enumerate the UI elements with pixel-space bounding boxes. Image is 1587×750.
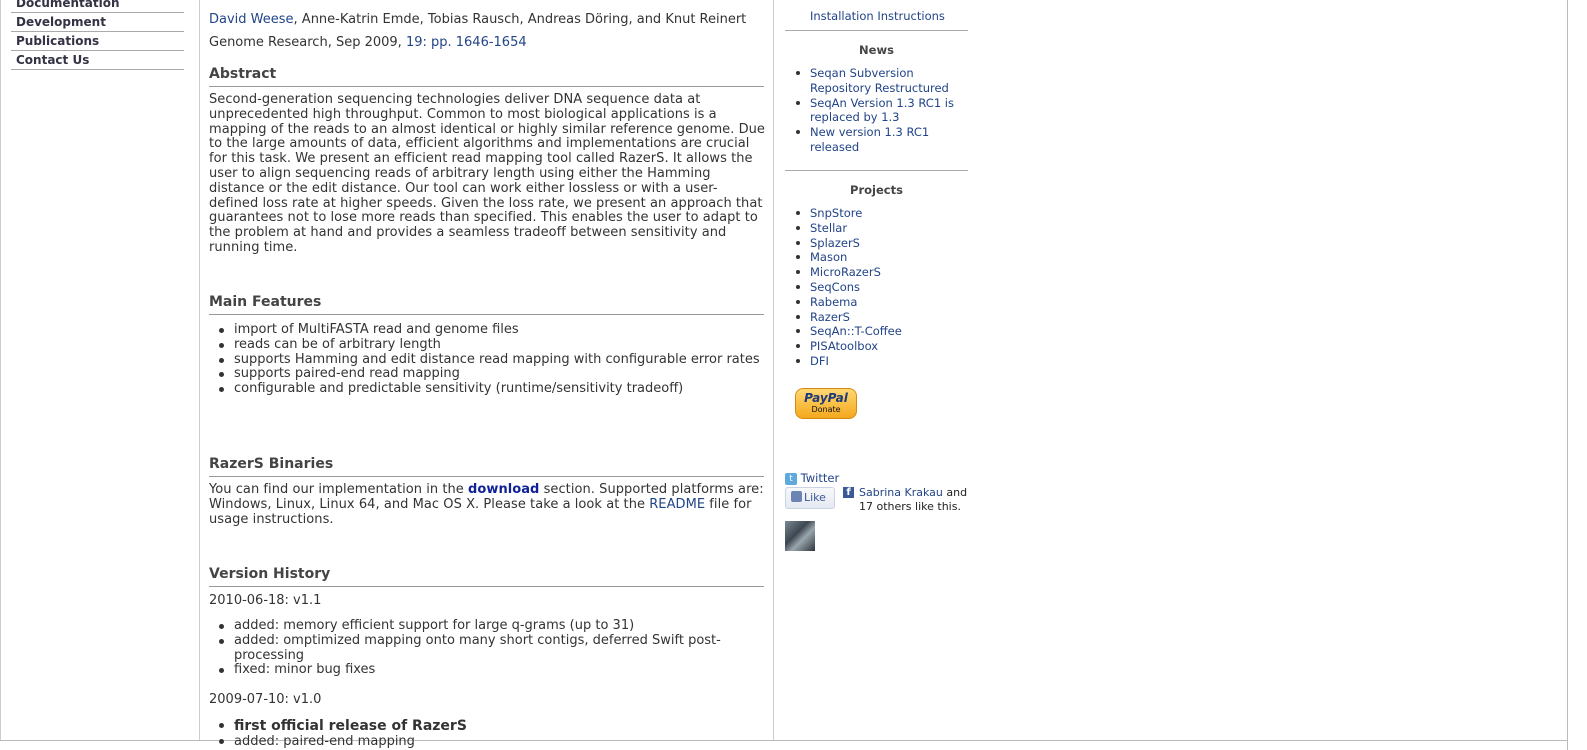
list-item: import of MultiFASTA read and genome fil… xyxy=(219,322,764,338)
paypal-logo: PayPal xyxy=(804,391,848,405)
like-label: Like xyxy=(804,491,826,504)
list-item: added: paired-end mapping xyxy=(219,734,764,750)
nav-item-publications[interactable]: Publications xyxy=(11,32,184,51)
thumbs-up-icon xyxy=(791,491,802,502)
list-item: added: memory efficient support for larg… xyxy=(219,618,764,634)
other-authors: , Anne-Katrin Emde, Tobias Rausch, Andre… xyxy=(293,12,747,27)
twitter-link[interactable]: Twitter xyxy=(801,471,840,485)
sidebar-divider xyxy=(785,170,968,171)
facebook-friend-link[interactable]: Sabrina Krakau xyxy=(859,486,943,499)
installation-instructions-link[interactable]: Installation Instructions xyxy=(810,9,945,23)
news-item[interactable]: SeqAn Version 1.3 RC1 is replaced by 1.3 xyxy=(796,96,968,126)
nav-item-documentation[interactable]: Documentation xyxy=(11,0,184,13)
version-1-0-label: 2009-07-10: v1.0 xyxy=(209,692,322,707)
news-link[interactable]: SeqAn Version 1.3 RC1 is replaced by 1.3 xyxy=(810,96,954,125)
project-link[interactable]: Rabema xyxy=(810,295,857,309)
project-item[interactable]: PISAtoolbox xyxy=(796,339,968,354)
frame-right-border xyxy=(1567,0,1568,750)
list-item: reads can be of arbitrary length xyxy=(219,337,764,353)
project-item[interactable]: Stellar xyxy=(796,221,968,236)
list-item: supports paired-end read mapping xyxy=(219,367,764,382)
news-list: Seqan Subversion Repository Restructured… xyxy=(796,66,968,155)
facebook-social-text: Sabrina Krakau and 17 others like this. xyxy=(859,486,969,514)
project-item[interactable]: Rabema xyxy=(796,295,968,310)
download-link[interactable]: download xyxy=(468,482,539,497)
project-link[interactable]: RazerS xyxy=(810,310,850,324)
abstract-text: Second-generation sequencing technologie… xyxy=(209,92,765,255)
list-item: added: omptimized mapping onto many shor… xyxy=(219,633,764,664)
project-link[interactable]: DFI xyxy=(810,354,829,368)
abstract-heading: Abstract xyxy=(209,65,764,87)
project-link[interactable]: MicroRazerS xyxy=(810,265,881,279)
features-list: import of MultiFASTA read and genome fil… xyxy=(219,322,764,397)
list-item: first official release of RazerS xyxy=(219,718,764,734)
facebook-like-button[interactable]: Like xyxy=(785,487,835,509)
facebook-icon: f xyxy=(843,487,854,498)
first-author-link[interactable]: David Weese xyxy=(209,12,294,27)
news-link[interactable]: Seqan Subversion Repository Restructured xyxy=(810,66,949,95)
project-link[interactable]: SplazerS xyxy=(810,236,860,250)
nav-divider xyxy=(199,0,200,740)
project-link[interactable]: PISAtoolbox xyxy=(810,339,878,353)
avatar[interactable] xyxy=(785,521,815,551)
project-item[interactable]: SnpStore xyxy=(796,206,968,221)
paper-journal: Genome Research, Sep 2009, 19: pp. 1646-… xyxy=(209,34,527,52)
twitter-row[interactable]: t Twitter xyxy=(785,471,839,485)
left-nav: Documentation Development Publications C… xyxy=(11,0,184,70)
features-heading: Main Features xyxy=(209,293,764,315)
binaries-text: You can find our implementation in the d… xyxy=(209,482,765,527)
projects-heading: Projects xyxy=(850,183,903,197)
project-item[interactable]: Mason xyxy=(796,250,968,265)
nav-item-development[interactable]: Development xyxy=(11,13,184,32)
news-item[interactable]: New version 1.3 RC1 released xyxy=(796,125,968,155)
binaries-heading: RazerS Binaries xyxy=(209,455,764,477)
project-link[interactable]: SnpStore xyxy=(810,206,862,220)
sidebar-divider xyxy=(785,30,968,31)
project-link[interactable]: Stellar xyxy=(810,221,847,235)
project-item[interactable]: RazerS xyxy=(796,310,968,325)
project-link[interactable]: Mason xyxy=(810,250,847,264)
paper-authors: David Weese, Anne-Katrin Emde, Tobias Ra… xyxy=(209,11,746,29)
project-item[interactable]: MicroRazerS xyxy=(796,265,968,280)
version-1-0-list: first official release of RazerS added: … xyxy=(219,718,764,750)
history-heading: Version History xyxy=(209,565,764,587)
paypal-donate-button[interactable]: PayPal Donate xyxy=(795,388,857,419)
news-item[interactable]: Seqan Subversion Repository Restructured xyxy=(796,66,968,96)
project-link[interactable]: SeqAn::T-Coffee xyxy=(810,324,902,338)
binaries-text-before: You can find our implementation in the xyxy=(209,482,469,497)
main-divider xyxy=(773,0,774,740)
paypal-donate-label: Donate xyxy=(811,405,841,414)
list-item: fixed: minor bug fixes xyxy=(219,663,764,678)
journal-pages-link[interactable]: 19: pp. 1646-1654 xyxy=(406,35,527,50)
version-1-1-list: added: memory efficient support for larg… xyxy=(219,618,764,678)
frame-left-border xyxy=(0,0,1,740)
list-item: configurable and predictable sensitivity… xyxy=(219,381,764,397)
news-link[interactable]: New version 1.3 RC1 released xyxy=(810,125,929,154)
list-item: supports Hamming and edit distance read … xyxy=(219,352,764,368)
project-item[interactable]: DFI xyxy=(796,354,968,369)
projects-list: SnpStore Stellar SplazerS Mason MicroRaz… xyxy=(796,206,968,369)
nav-item-contact-us[interactable]: Contact Us xyxy=(11,51,184,70)
project-item[interactable]: SplazerS xyxy=(796,236,968,251)
project-item[interactable]: SeqCons xyxy=(796,280,968,295)
readme-link[interactable]: README xyxy=(649,497,705,512)
journal-text: Genome Research, Sep 2009, xyxy=(209,35,406,50)
news-heading: News xyxy=(859,43,894,57)
version-1-1-label: 2010-06-18: v1.1 xyxy=(209,593,322,608)
project-link[interactable]: SeqCons xyxy=(810,280,860,294)
twitter-icon: t xyxy=(785,472,797,485)
project-item[interactable]: SeqAn::T-Coffee xyxy=(796,324,968,339)
